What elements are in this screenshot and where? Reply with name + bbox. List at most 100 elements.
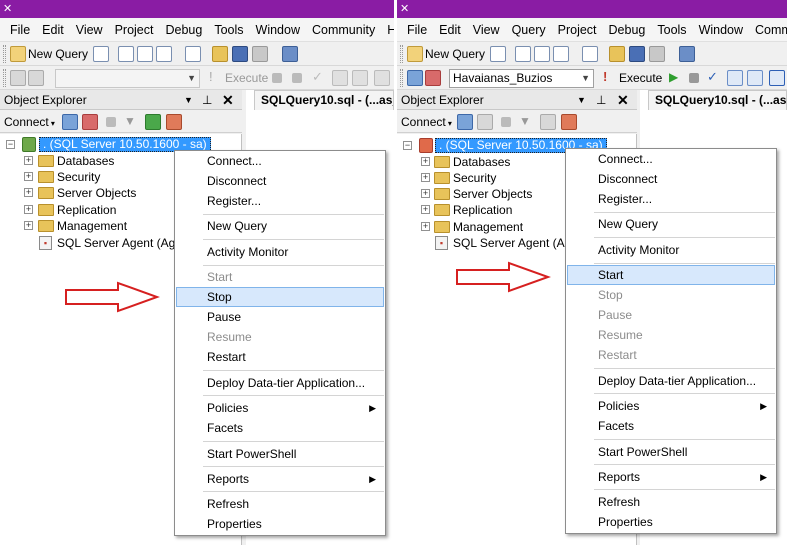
new-file-icon[interactable] [185,46,201,62]
change-connection-icon[interactable] [28,70,44,86]
menu-item-stop[interactable]: Stop [176,287,384,307]
available-databases-combo[interactable]: Havaianas_Buzios ▼ [449,69,594,88]
menu-item-properties[interactable]: Properties [176,514,384,534]
connect-object-explorer-icon[interactable] [62,114,78,130]
menu-item-activity-monitor[interactable]: Activity Monitor [567,240,775,260]
menu-window[interactable]: Window [250,18,306,42]
menu-item-new-query[interactable]: New Query [567,214,775,234]
display-plan-icon[interactable] [332,70,348,86]
menu-item-facets[interactable]: Facets [567,416,775,436]
expand-icon[interactable]: + [24,172,33,181]
menu-item-refresh[interactable]: Refresh [567,492,775,512]
expand-icon[interactable]: + [24,221,33,230]
close-icon[interactable]: ✕ [617,92,629,108]
activity-monitor-icon[interactable] [679,46,695,62]
debug-play-icon[interactable]: ▶ [669,70,685,86]
menu-item-start-powershell[interactable]: Start PowerShell [176,444,384,464]
mdx-query-icon[interactable] [534,46,550,62]
connect-icon[interactable] [407,70,423,86]
menu-file[interactable]: File [401,18,433,42]
change-connection-icon[interactable] [425,70,441,86]
analysis-query-icon[interactable] [515,46,531,62]
menu-help[interactable]: Help [381,18,394,42]
save-icon[interactable] [232,46,248,62]
menu-item-register[interactable]: Register... [567,189,775,209]
expand-icon[interactable]: + [421,222,430,231]
stop-icon[interactable] [501,117,511,127]
close-icon[interactable]: ✕ [222,92,234,108]
pin-icon[interactable]: ⊥ [596,92,606,108]
connect-dropdown[interactable]: Connect ▾ [401,115,452,129]
expand-icon[interactable]: + [24,156,33,165]
menu-item-reports[interactable]: Reports ▶ [176,469,384,489]
filter-icon[interactable]: ▼ [519,114,535,130]
menu-item-start[interactable]: Start [567,265,775,285]
menu-item-activity-monitor[interactable]: Activity Monitor [176,242,384,262]
menu-window[interactable]: Window [693,18,749,42]
pin-icon[interactable]: ⊥ [202,92,212,108]
menu-item-facets[interactable]: Facets [176,418,384,438]
menu-item-disconnect[interactable]: Disconnect [567,169,775,189]
menu-item-pause[interactable]: Pause [176,307,384,327]
results-grid-icon[interactable] [374,70,390,86]
menu-edit[interactable]: Edit [433,18,467,42]
stop-icon[interactable] [689,73,699,83]
refresh-icon[interactable] [145,114,161,130]
mdx-query-icon[interactable] [137,46,153,62]
database-engine-query-icon[interactable] [490,46,506,62]
menu-debug[interactable]: Debug [603,18,652,42]
parse-check-icon[interactable]: ✓ [707,70,723,86]
document-tab[interactable]: SQLQuery10.sql - (...as_Bu [254,90,394,110]
execute-button[interactable]: Execute [225,69,268,87]
menu-query[interactable]: Query [506,18,552,42]
disconnect-icon[interactable] [82,114,98,130]
execute-button[interactable]: Execute [619,69,662,87]
open-folder-icon[interactable] [609,46,625,62]
results-grid-icon[interactable] [769,70,785,86]
menu-item-new-query[interactable]: New Query [176,216,384,236]
menu-item-restart[interactable]: Restart [176,347,384,367]
menu-project[interactable]: Project [552,18,603,42]
menu-tools[interactable]: Tools [651,18,692,42]
menu-item-disconnect[interactable]: Disconnect [176,171,384,191]
menu-item-deploy-data-tier[interactable]: Deploy Data-tier Application... [567,371,775,391]
menu-debug[interactable]: Debug [159,18,208,42]
activity-monitor-icon[interactable] [561,114,577,130]
dmx-query-icon[interactable] [553,46,569,62]
menu-item-policies[interactable]: Policies ▶ [176,398,384,418]
document-tab[interactable]: SQLQuery10.sql - (...as_Bu [648,90,787,110]
expand-icon[interactable]: + [24,188,33,197]
parse-check-icon[interactable]: ✓ [312,70,328,86]
available-databases-combo[interactable]: ▼ [55,69,200,88]
new-query-button[interactable]: New Query [425,45,485,63]
activity-monitor-icon[interactable] [166,114,182,130]
print-icon[interactable] [252,46,268,62]
stop-icon[interactable] [292,73,302,83]
collapse-icon[interactable]: − [403,141,412,150]
menu-item-properties[interactable]: Properties [567,512,775,532]
expand-icon[interactable]: + [421,173,430,182]
menu-edit[interactable]: Edit [36,18,70,42]
debug-icon[interactable] [272,73,282,83]
menu-project[interactable]: Project [109,18,160,42]
stop-icon[interactable] [106,117,116,127]
new-query-button[interactable]: New Query [28,45,88,63]
menu-item-connect[interactable]: Connect... [176,151,384,171]
menu-view[interactable]: View [467,18,506,42]
menu-item-refresh[interactable]: Refresh [176,494,384,514]
menu-item-policies[interactable]: Policies ▶ [567,396,775,416]
refresh-icon[interactable] [540,114,556,130]
connect-icon[interactable] [10,70,26,86]
menu-item-register[interactable]: Register... [176,191,384,211]
menu-item-start-powershell[interactable]: Start PowerShell [567,442,775,462]
chevron-down-icon[interactable]: ▼ [184,92,193,108]
display-plan-icon[interactable] [727,70,743,86]
analysis-query-icon[interactable] [118,46,134,62]
menu-item-deploy-data-tier[interactable]: Deploy Data-tier Application... [176,373,384,393]
menu-item-reports[interactable]: Reports ▶ [567,467,775,487]
menu-item-connect[interactable]: Connect... [567,149,775,169]
connect-dropdown[interactable]: Connect ▾ [4,115,55,129]
print-icon[interactable] [649,46,665,62]
database-engine-query-icon[interactable] [93,46,109,62]
menu-file[interactable]: File [4,18,36,42]
